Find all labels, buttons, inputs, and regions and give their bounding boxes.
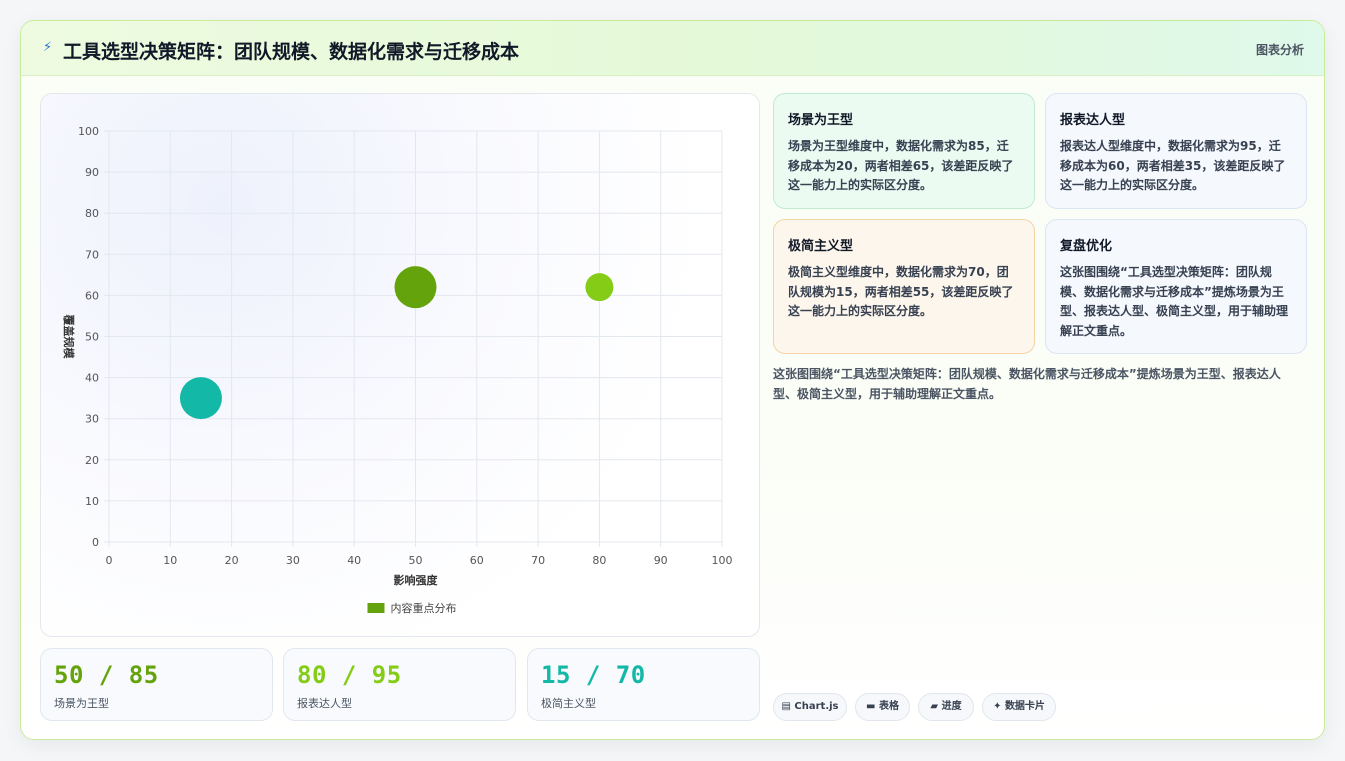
stat-value: 80 / 95 <box>297 661 402 689</box>
info-card-body: 报表达人型维度中，数据化需求为95，迁移成本为60，两者相差35，该差距反映了这… <box>1060 139 1286 192</box>
progress-icon: ▰ <box>930 701 939 712</box>
y-tick-label: 90 <box>85 166 99 179</box>
x-tick-label: 40 <box>347 554 361 567</box>
chart-summary: 这张图围绕“工具选型决策矩阵：团队规模、数据化需求与迁移成本”提炼场景为王型、报… <box>773 367 1281 401</box>
x-tick-label: 50 <box>409 554 423 567</box>
stat-card: 80 / 95 报表达人型 <box>283 648 516 721</box>
info-card: 场景为王型 场景为王型维度中，数据化需求为85，迁移成本为20，两者相差65，该… <box>773 93 1035 209</box>
y-tick-label: 80 <box>85 207 99 220</box>
chip-progress[interactable]: ▰ 进度 <box>918 693 974 721</box>
info-card-title: 复盘优化 <box>1060 239 1113 254</box>
sparkle-icon: ✦ <box>993 701 1002 712</box>
info-card: 复盘优化 这张图围绕“工具选型决策矩阵：团队规模、数据化需求与迁移成本”提炼场景… <box>1045 219 1307 354</box>
x-tick-label: 0 <box>106 554 113 567</box>
info-card-body: 这张图围绕“工具选型决策矩阵：团队规模、数据化需求与迁移成本”提炼场景为王型、报… <box>1060 265 1289 338</box>
chart-icon: ▤ <box>781 701 791 712</box>
legend-label: 内容重点分布 <box>391 601 457 615</box>
chip-chartjs[interactable]: ▤ Chart.js <box>773 693 847 721</box>
stat-value: 50 / 85 <box>54 661 159 689</box>
y-tick-label: 40 <box>85 372 99 385</box>
table-icon: ▬ <box>866 701 876 712</box>
info-card-body: 极简主义型维度中，数据化需求为70，团队规模为15，两者相差55，该差距反映了这… <box>788 265 1014 318</box>
header: ⚡ 工具选型决策矩阵：团队规模、数据化需求与迁移成本 图表分析 <box>21 21 1324 76</box>
chip-table[interactable]: ▬ 表格 <box>855 693 910 721</box>
chart-card: 0 10 20 30 40 50 60 70 80 90 100 0 10 20 30 40 50 60 70 80 9… <box>40 93 760 637</box>
stat-label: 极简主义型 <box>541 697 596 710</box>
dashboard-panel: ⚡ 工具选型决策矩阵：团队规模、数据化需求与迁移成本 图表分析 0 10 20 30 4… <box>20 20 1325 740</box>
x-tick-label: 20 <box>225 554 239 567</box>
scatter-chart: 0 10 20 30 40 50 60 70 80 90 100 0 10 20 30 40 50 60 70 80 9… <box>62 125 733 615</box>
stat-card: 15 / 70 极简主义型 <box>527 648 760 721</box>
data-point <box>394 266 437 309</box>
y-tick-label: 60 <box>85 289 99 302</box>
x-tick-label: 90 <box>654 554 668 567</box>
y-tick-label: 100 <box>78 125 99 138</box>
data-point <box>585 273 614 302</box>
lightning-icon: ⚡ <box>43 40 53 55</box>
data-point <box>179 377 222 420</box>
info-card-title: 极简主义型 <box>788 239 854 254</box>
info-card: 报表达人型 报表达人型维度中，数据化需求为95，迁移成本为60，两者相差35，该… <box>1045 93 1307 209</box>
stat-label: 报表达人型 <box>297 697 352 710</box>
info-card-title: 场景为王型 <box>788 113 854 128</box>
chart-analysis-tag: 图表分析 <box>1255 43 1304 57</box>
info-card-body: 场景为王型维度中，数据化需求为85，迁移成本为20，两者相差65，该差距反映了这… <box>788 139 1014 192</box>
stat-card: 50 / 85 场景为王型 <box>40 648 273 721</box>
info-card-title: 报表达人型 <box>1060 113 1126 128</box>
x-tick-label: 70 <box>531 554 545 567</box>
chip-label: 进度 <box>941 701 962 712</box>
x-axis-label: 影响强度 <box>394 573 439 587</box>
y-axis-label: 覆盖规模 <box>62 315 76 360</box>
x-tick-label: 100 <box>712 554 733 567</box>
y-tick-label: 0 <box>92 536 99 549</box>
y-tick-label: 70 <box>85 248 99 261</box>
x-tick-label: 60 <box>470 554 484 567</box>
info-card: 极简主义型 极简主义型维度中，数据化需求为70，团队规模为15，两者相差55，该… <box>773 219 1035 354</box>
chip-label: 数据卡片 <box>1004 701 1045 712</box>
chip-label: 表格 <box>878 701 899 712</box>
page-title: 工具选型决策矩阵：团队规模、数据化需求与迁移成本 <box>63 41 520 63</box>
y-tick-label: 50 <box>85 331 99 344</box>
legend-swatch <box>367 603 385 613</box>
x-tick-label: 10 <box>163 554 177 567</box>
stat-label: 场景为王型 <box>54 697 109 710</box>
x-tick-label: 30 <box>286 554 300 567</box>
chip-label: Chart.js <box>794 701 839 712</box>
y-tick-label: 10 <box>85 495 99 508</box>
chip-data-card[interactable]: ✦ 数据卡片 <box>982 693 1056 721</box>
stat-value: 15 / 70 <box>541 661 646 689</box>
y-tick-label: 20 <box>85 454 99 467</box>
y-tick-label: 30 <box>85 413 99 426</box>
x-tick-label: 80 <box>592 554 606 567</box>
